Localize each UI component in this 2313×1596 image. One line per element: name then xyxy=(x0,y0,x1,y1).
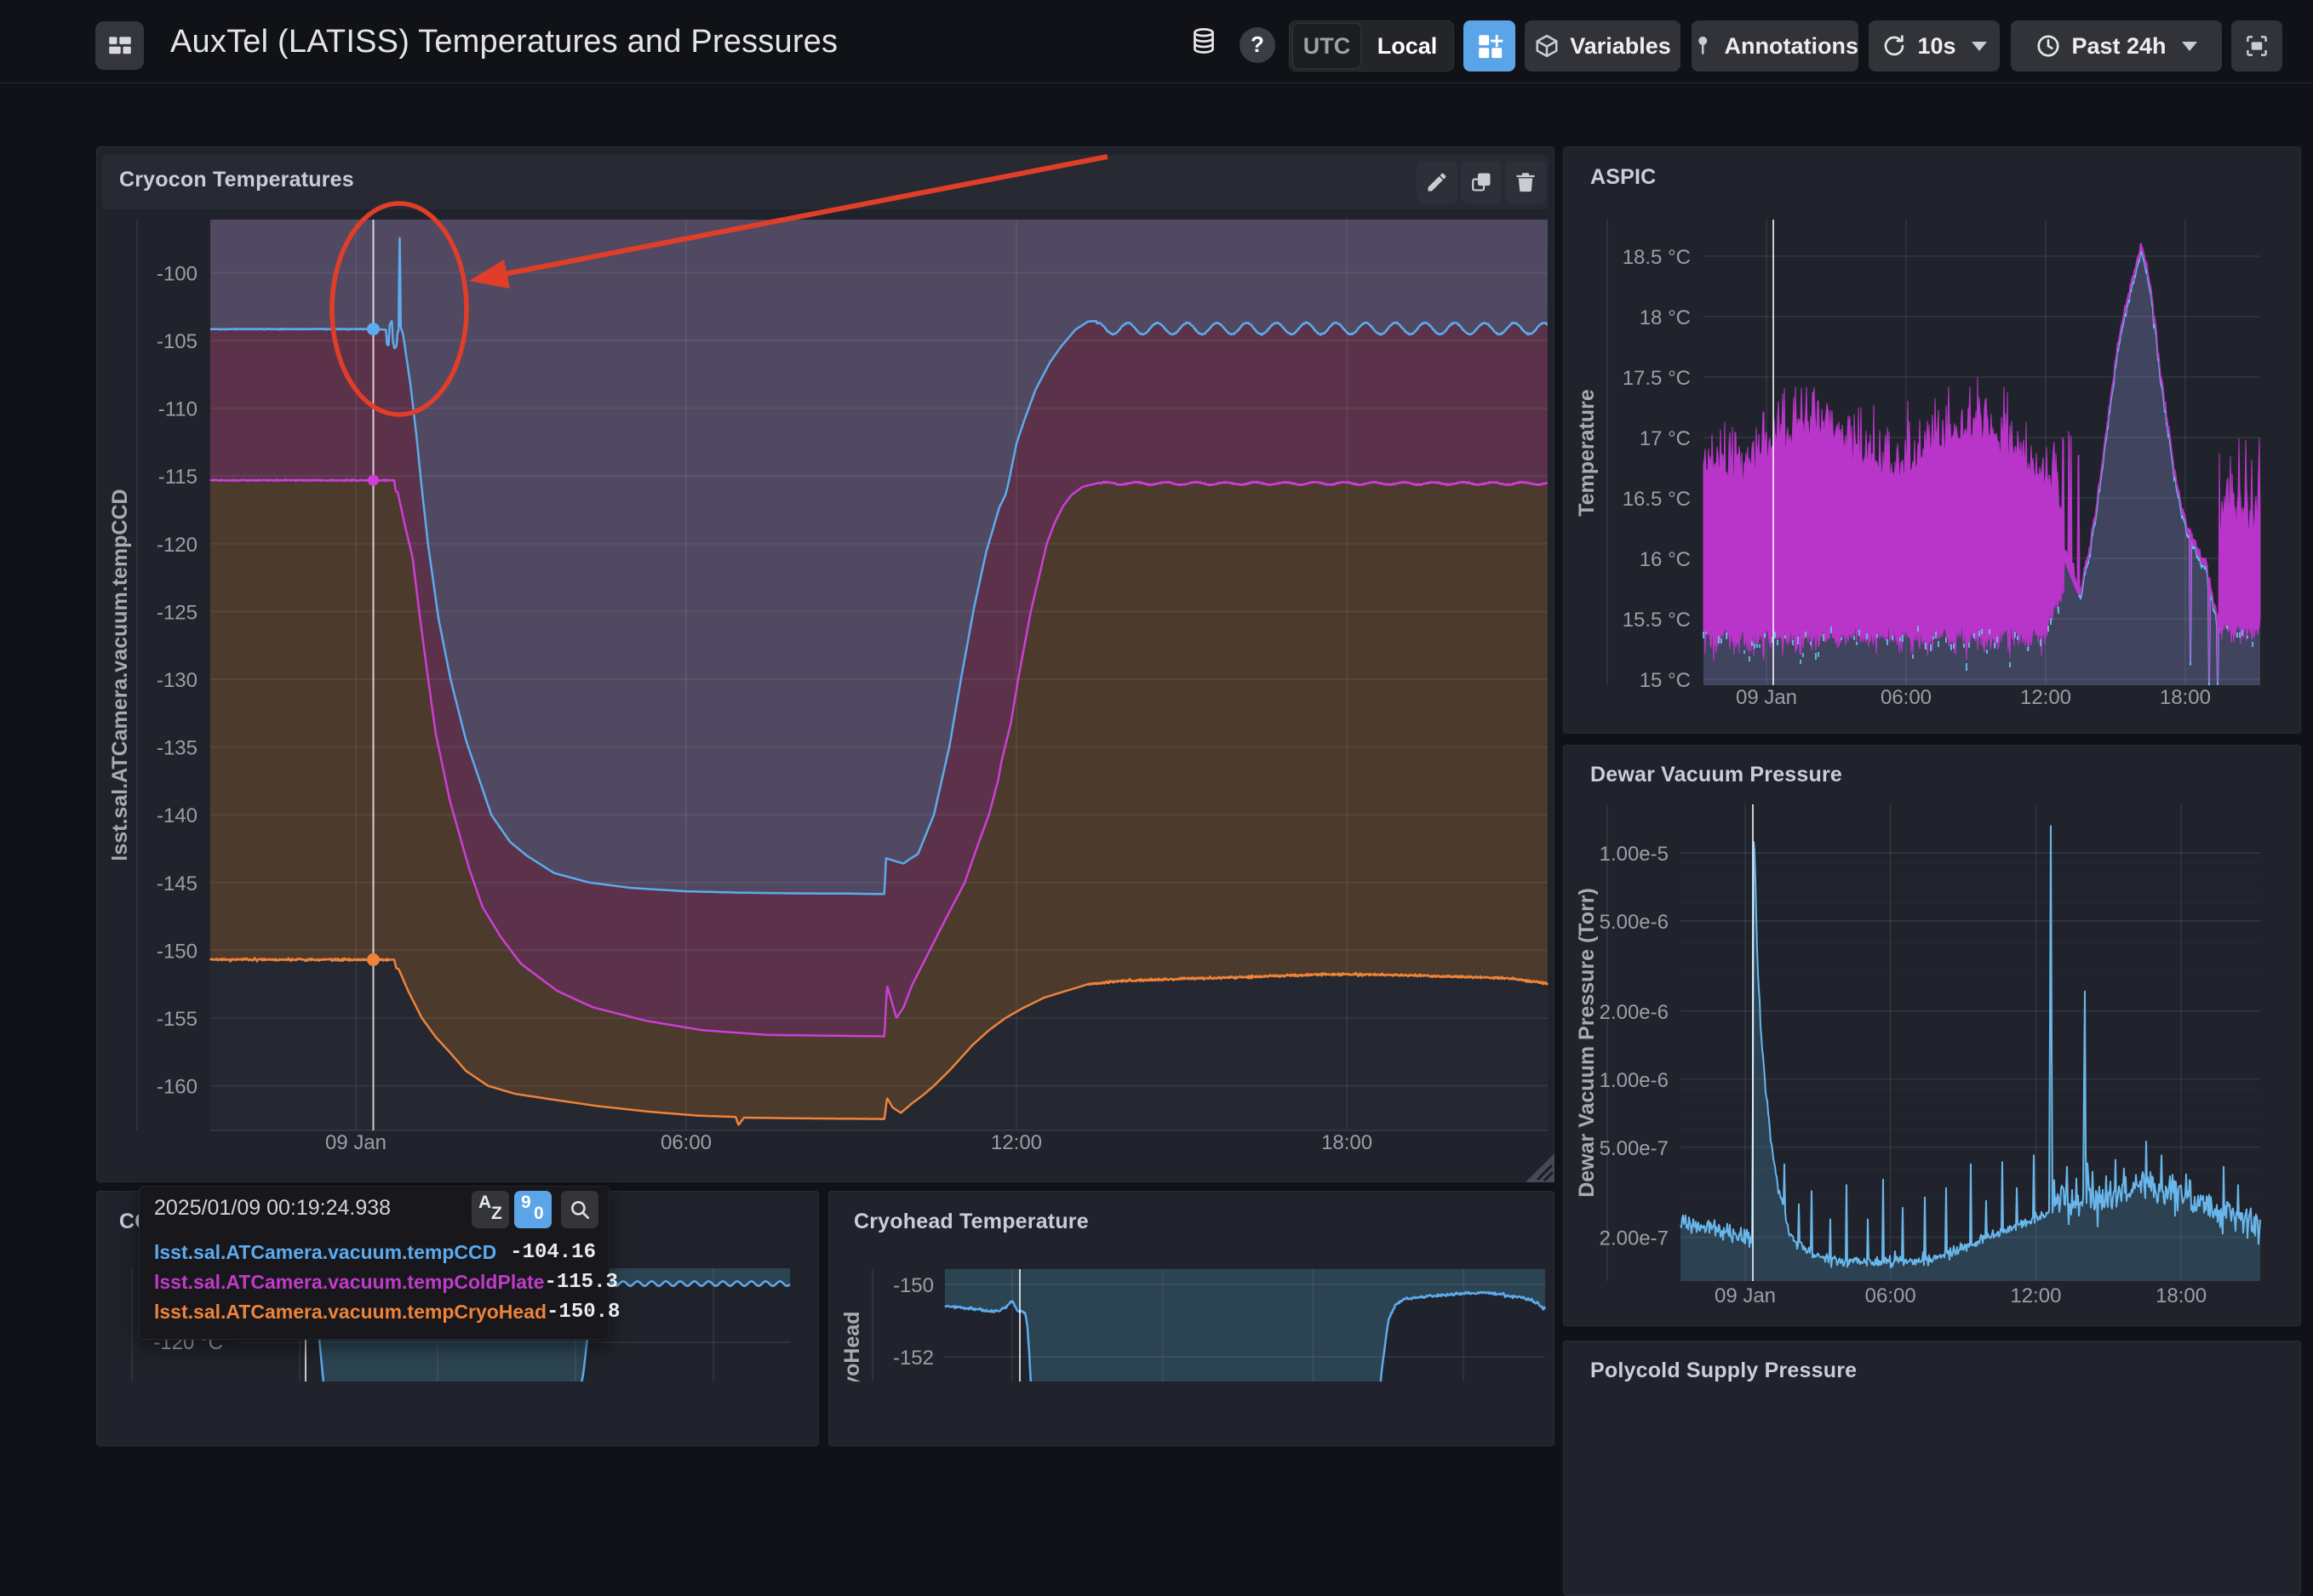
svg-text:5.00e-6: 5.00e-6 xyxy=(1600,911,1669,934)
svg-text:-110: -110 xyxy=(158,398,198,421)
svg-text:?: ? xyxy=(1251,31,1264,57)
svg-text:2.00e-6: 2.00e-6 xyxy=(1600,1001,1669,1024)
svg-text:12:00: 12:00 xyxy=(2010,1284,2061,1307)
svg-text:18.5 °C: 18.5 °C xyxy=(1623,246,1691,269)
svg-text:09 Jan: 09 Jan xyxy=(1736,686,1797,709)
svg-text:15.5 °C: 15.5 °C xyxy=(1623,609,1691,632)
svg-text:17 °C: 17 °C xyxy=(1640,427,1691,450)
svg-text:-150: -150 xyxy=(893,1274,934,1297)
svg-text:-125: -125 xyxy=(157,601,198,624)
svg-text:-150: -150 xyxy=(157,940,198,963)
svg-text:-130: -130 xyxy=(157,669,198,692)
svg-text:Dewar Vacuum Pressure (Torr): Dewar Vacuum Pressure (Torr) xyxy=(1575,888,1599,1198)
svg-text:-115: -115 xyxy=(158,466,198,489)
svg-text:16 °C: 16 °C xyxy=(1640,548,1691,571)
svg-text:-135: -135 xyxy=(157,737,198,760)
svg-text:18 °C: 18 °C xyxy=(1640,306,1691,329)
svg-text:18:00: 18:00 xyxy=(1321,1131,1372,1154)
svg-text:-155: -155 xyxy=(157,1008,198,1031)
svg-text:06:00: 06:00 xyxy=(1881,686,1932,709)
svg-text:Temperature: Temperature xyxy=(1575,389,1599,517)
svg-text:-145: -145 xyxy=(157,872,198,895)
svg-text:06:00: 06:00 xyxy=(1865,1284,1916,1307)
svg-text:-100: -100 xyxy=(157,262,198,285)
svg-text:18:00: 18:00 xyxy=(2160,686,2211,709)
svg-text:lsst.sal.ATCamera.vacuum.tempC: lsst.sal.ATCamera.vacuum.tempCCD xyxy=(108,489,132,861)
svg-text:18:00: 18:00 xyxy=(2156,1284,2207,1307)
svg-text:17.5 °C: 17.5 °C xyxy=(1623,367,1691,390)
svg-text:2.00e-7: 2.00e-7 xyxy=(1600,1227,1669,1250)
svg-text:5.00e-7: 5.00e-7 xyxy=(1600,1137,1669,1160)
svg-text:-105: -105 xyxy=(157,330,198,353)
svg-text:1.00e-5: 1.00e-5 xyxy=(1600,843,1669,866)
svg-text:-152: -152 xyxy=(893,1347,934,1370)
svg-text:15 °C: 15 °C xyxy=(1640,669,1691,692)
svg-text:16.5 °C: 16.5 °C xyxy=(1623,488,1691,511)
svg-text:-160: -160 xyxy=(157,1076,198,1099)
svg-text:-140: -140 xyxy=(157,804,198,827)
svg-text:1.00e-6: 1.00e-6 xyxy=(1600,1069,1669,1092)
svg-text:06:00: 06:00 xyxy=(661,1131,712,1154)
svg-text:09 Jan: 09 Jan xyxy=(1715,1284,1776,1307)
svg-text:12:00: 12:00 xyxy=(991,1131,1042,1154)
svg-text:lsst.sal.ATCamera.vacuum.tempC: lsst.sal.ATCamera.vacuum.tempCryoHead xyxy=(840,1311,864,1381)
svg-text:09 Jan: 09 Jan xyxy=(325,1131,386,1154)
svg-text:-120: -120 xyxy=(157,534,198,557)
svg-text:12:00: 12:00 xyxy=(2020,686,2071,709)
